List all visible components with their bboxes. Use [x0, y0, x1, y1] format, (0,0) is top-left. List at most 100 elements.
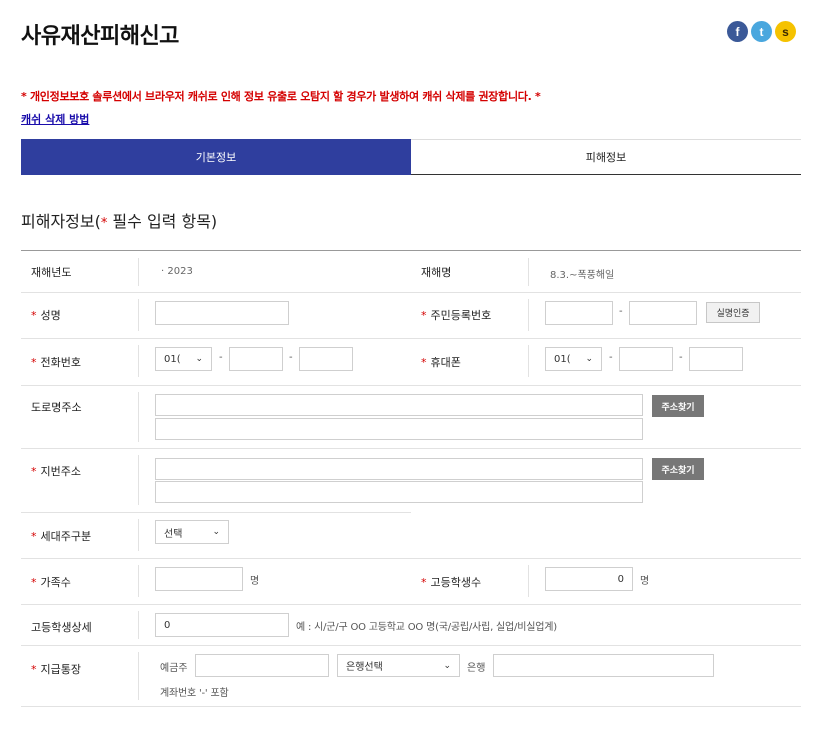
- row-divider: [21, 338, 801, 339]
- road-address-detail-input[interactable]: [155, 418, 643, 440]
- phone-label-text: 전화번호: [40, 356, 81, 369]
- road-address-label: 도로명주소: [31, 401, 82, 414]
- section-title-text: 피해자정보(: [21, 212, 101, 231]
- account-number-note: 계좌번호 '-' 포함: [160, 688, 229, 699]
- household-type-label-text: 세대주구분: [40, 530, 92, 543]
- form-top-border: [21, 250, 801, 251]
- phone-dash: -: [219, 352, 223, 363]
- required-star: *: [421, 576, 427, 589]
- bank-account-label-text: 지급통장: [40, 663, 81, 676]
- road-address-search-button[interactable]: 주소찾기: [652, 395, 704, 417]
- col-divider: [138, 299, 139, 331]
- twitter-icon[interactable]: t: [751, 21, 772, 42]
- hs-student-count-label: * 고등학생수: [421, 574, 481, 590]
- lot-address-detail-input[interactable]: [155, 481, 643, 503]
- section-title-suffix: 필수 입력 항목): [107, 212, 218, 231]
- hs-student-count-unit: 명: [640, 576, 650, 587]
- phone-dash: -: [289, 352, 293, 363]
- col-divider: [138, 565, 139, 597]
- cache-warning: * 개인정보보호 솔루션에서 브라우저 캐쉬로 인해 정보 유출로 오탐지 할 …: [21, 90, 541, 103]
- row-divider: [21, 645, 801, 646]
- disaster-name-value: 8.3.~폭풍해일: [550, 270, 615, 281]
- rrn-label: * 주민등록번호: [421, 307, 491, 323]
- phone-area-select[interactable]: 01( ⌄: [155, 347, 212, 371]
- hs-student-detail-hint: 예 : 시/군/구 OO 고등학교 OO 명(국/공립/사립, 실업/비실업계): [296, 622, 557, 633]
- required-star: *: [31, 356, 37, 369]
- mobile-dash: -: [679, 352, 683, 363]
- rrn-back-input[interactable]: [629, 301, 697, 325]
- mobile-middle-input[interactable]: [619, 347, 673, 371]
- tab-basic-info[interactable]: 기본정보: [21, 139, 411, 175]
- lot-address-label: * 지번주소: [31, 463, 81, 479]
- kakaostory-icon[interactable]: s: [775, 21, 796, 42]
- col-divider: [528, 258, 529, 286]
- account-holder-input[interactable]: [195, 654, 329, 677]
- hs-student-detail-label: 고등학생상세: [31, 621, 92, 634]
- col-divider: [528, 345, 529, 377]
- col-divider: [528, 299, 529, 331]
- phone-area-value: 01(: [164, 353, 181, 365]
- row-divider: [21, 512, 411, 513]
- page-title: 사유재산피해신고: [21, 24, 179, 49]
- col-divider: [138, 519, 139, 551]
- tab-bar: 기본정보 피해정보: [21, 139, 801, 175]
- required-star: *: [31, 530, 37, 543]
- name-input[interactable]: [155, 301, 289, 325]
- lot-address-label-text: 지번주소: [40, 465, 81, 478]
- hs-student-count-label-text: 고등학생수: [430, 576, 482, 589]
- bank-select-value: 은행선택: [346, 662, 383, 673]
- bank-select[interactable]: 은행선택 ⌄: [337, 654, 460, 677]
- rrn-front-input[interactable]: [545, 301, 613, 325]
- mobile-prefix-value: 01(: [554, 353, 571, 365]
- col-divider: [138, 345, 139, 377]
- required-star: *: [421, 356, 427, 369]
- hs-student-count-input[interactable]: 0: [545, 567, 633, 591]
- account-holder-label: 예금주: [160, 663, 188, 674]
- family-count-input[interactable]: [155, 567, 243, 591]
- disaster-year-value: · 2023: [161, 266, 193, 277]
- mobile-prefix-select[interactable]: 01(⌄: [545, 347, 602, 371]
- row-divider: [21, 448, 801, 449]
- chevron-down-icon: ⌄: [212, 527, 220, 537]
- row-divider: [21, 292, 801, 293]
- share-buttons: f t s: [727, 21, 796, 42]
- hs-student-detail-input[interactable]: 0: [155, 613, 289, 637]
- household-type-select[interactable]: 선택 ⌄: [155, 520, 229, 544]
- facebook-icon[interactable]: f: [727, 21, 748, 42]
- chevron-down-icon: ⌄: [195, 354, 203, 364]
- rrn-label-text: 주민등록번호: [430, 309, 492, 322]
- lot-address-input[interactable]: [155, 458, 643, 480]
- required-star: *: [31, 576, 37, 589]
- col-divider: [138, 392, 139, 442]
- phone-last-input[interactable]: [299, 347, 353, 371]
- row-divider: [21, 558, 801, 559]
- col-divider: [138, 652, 139, 700]
- col-divider: [138, 258, 139, 286]
- rrn-dash: -: [619, 306, 623, 317]
- name-label-text: 성명: [40, 309, 61, 322]
- disaster-name-label: 재해명: [421, 266, 452, 279]
- account-number-input[interactable]: [493, 654, 714, 677]
- mobile-dash: -: [609, 352, 613, 363]
- row-divider: [21, 604, 801, 605]
- verify-name-button[interactable]: 실명인증: [706, 302, 760, 323]
- phone-label: * 전화번호: [31, 354, 81, 370]
- tab-damage-info[interactable]: 피해정보: [411, 139, 801, 175]
- chevron-down-icon: ⌄: [443, 660, 451, 671]
- row-divider: [21, 706, 801, 707]
- disaster-year-label: 재해년도: [31, 266, 72, 279]
- mobile-last-input[interactable]: [689, 347, 743, 371]
- cache-delete-link[interactable]: 캐쉬 삭제 방법: [21, 111, 89, 127]
- family-count-unit: 명: [250, 576, 260, 587]
- col-divider: [138, 455, 139, 505]
- required-star: *: [31, 309, 37, 322]
- row-divider: [21, 385, 801, 386]
- required-star: *: [31, 663, 37, 676]
- phone-middle-input[interactable]: [229, 347, 283, 371]
- lot-address-search-button[interactable]: 주소찾기: [652, 458, 704, 480]
- family-count-label: * 가족수: [31, 574, 71, 590]
- mobile-label: * 휴대폰: [421, 354, 461, 370]
- road-address-input[interactable]: [155, 394, 643, 416]
- household-type-value: 선택: [164, 528, 183, 540]
- bank-account-label: * 지급통장: [31, 661, 81, 677]
